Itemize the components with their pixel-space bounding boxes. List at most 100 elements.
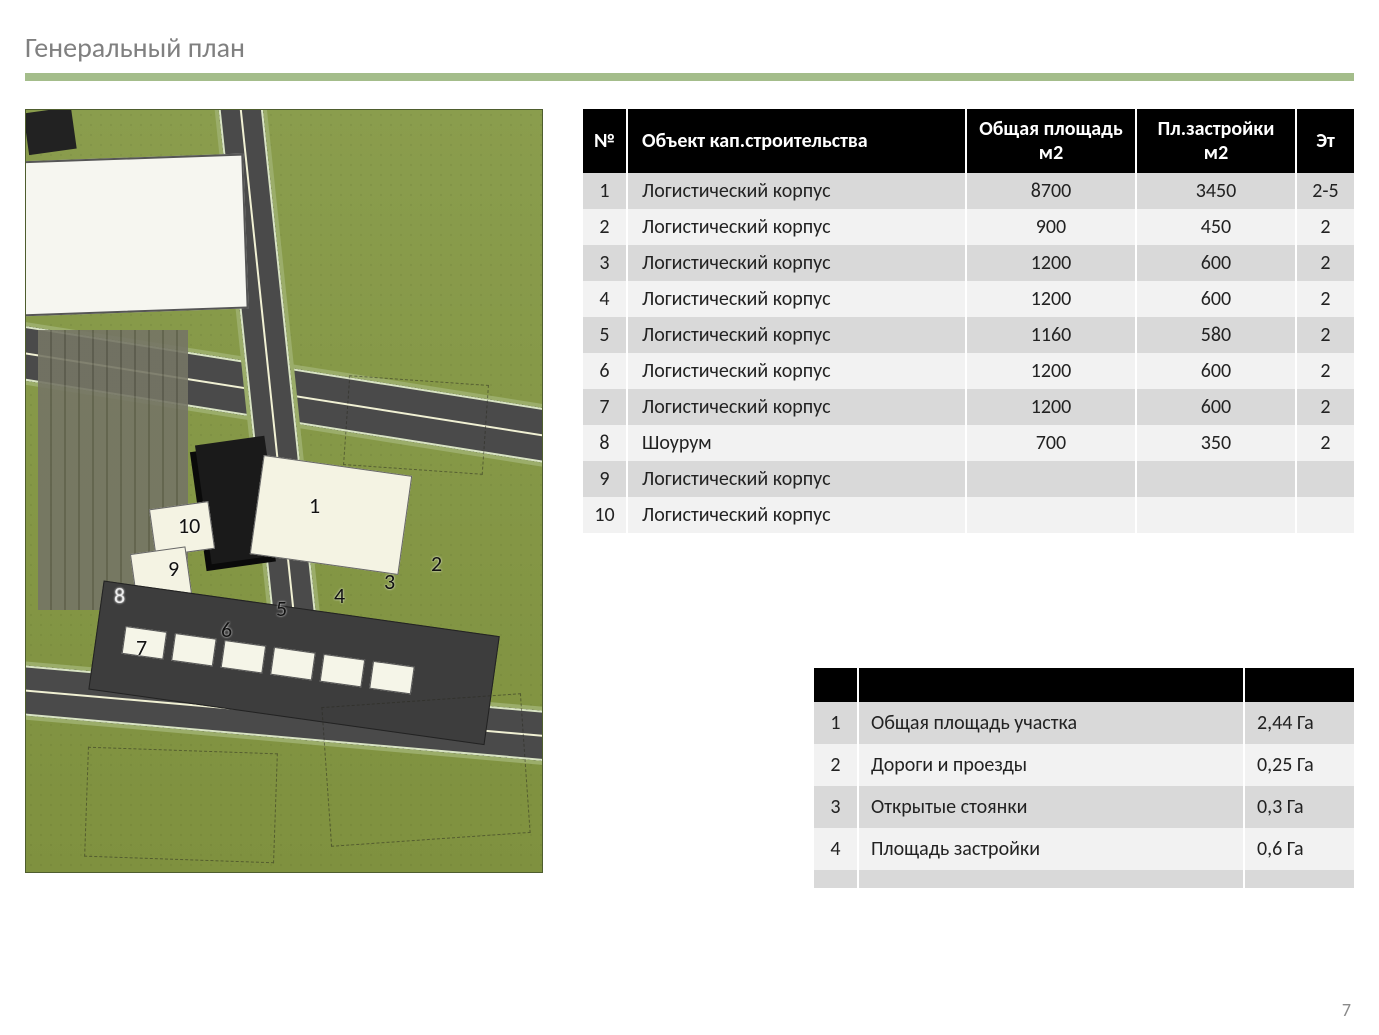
plan-label-8: 8 xyxy=(114,582,125,609)
unit-6 xyxy=(171,633,216,667)
col-name: Объект кап.строительства xyxy=(627,109,966,173)
cell-footprint: 600 xyxy=(1136,389,1296,425)
site-metrics-table: 1Общая площадь участка2,44 Га2Дороги и п… xyxy=(814,668,1354,888)
cell-floors xyxy=(1296,461,1354,497)
buildings-table-header: № Объект кап.строительства Общая площадь… xyxy=(583,109,1354,173)
cell-name xyxy=(858,870,1244,888)
plot-dashed-1 xyxy=(343,375,489,475)
cell-name: Дороги и проезды xyxy=(858,744,1244,786)
cell-floors: 2 xyxy=(1296,281,1354,317)
unit-2 xyxy=(369,661,414,695)
cell-area: 900 xyxy=(966,209,1136,245)
cell-footprint: 580 xyxy=(1136,317,1296,353)
cell-name: Открытые стоянки xyxy=(858,786,1244,828)
site-col-n xyxy=(814,668,858,702)
cell-area: 700 xyxy=(966,425,1136,461)
cell-n: 2 xyxy=(814,744,858,786)
plan-label-10: 10 xyxy=(178,512,200,539)
table-row: 6Логистический корпус12006002 xyxy=(583,353,1354,389)
cell-footprint: 600 xyxy=(1136,245,1296,281)
cell-name: Площадь застройки xyxy=(858,828,1244,870)
table-row: 10Логистический корпус xyxy=(583,497,1354,533)
cell-footprint xyxy=(1136,497,1296,533)
table-row: 2Логистический корпус9004502 xyxy=(583,209,1354,245)
cell-value: 0,25 Га xyxy=(1244,744,1354,786)
plan-label-4: 4 xyxy=(334,582,345,609)
cell-name: Логистический корпус xyxy=(627,281,966,317)
slide: Генеральный план xyxy=(0,0,1379,1035)
page-title: Генеральный план xyxy=(25,30,1354,65)
cell-area: 1200 xyxy=(966,389,1136,425)
site-col-name xyxy=(858,668,1244,702)
table-row: 1Логистический корпус870034502-5 xyxy=(583,173,1354,209)
cell-value: 2,44 Га xyxy=(1244,702,1354,744)
cell-floors: 2-5 xyxy=(1296,173,1354,209)
page-number: 7 xyxy=(1342,999,1351,1021)
cell-area xyxy=(966,461,1136,497)
lot-1 xyxy=(250,455,412,575)
col-footprint: Пл.застройки м2 xyxy=(1136,109,1296,173)
plan-label-1: 1 xyxy=(309,492,320,519)
cell-floors: 2 xyxy=(1296,353,1354,389)
cell-area: 1200 xyxy=(966,353,1136,389)
table-row: 4Логистический корпус12006002 xyxy=(583,281,1354,317)
content-row: 1 2 3 4 5 6 7 8 9 10 № Объект кап.строит… xyxy=(25,109,1354,888)
site-col-value xyxy=(1244,668,1354,702)
table-row: 4Площадь застройки0,6 Га xyxy=(814,828,1354,870)
table-row: 3Логистический корпус12006002 xyxy=(583,245,1354,281)
cell-name: Логистический корпус xyxy=(627,173,966,209)
plan-label-3: 3 xyxy=(384,568,395,595)
col-area: Общая площадь м2 xyxy=(966,109,1136,173)
plan-label-7: 7 xyxy=(136,634,147,661)
plan-label-6: 6 xyxy=(221,616,232,643)
cell-area: 8700 xyxy=(966,173,1136,209)
cell-name: Логистический корпус xyxy=(627,389,966,425)
table-row: 1Общая площадь участка2,44 Га xyxy=(814,702,1354,744)
cell-name: Логистический корпус xyxy=(627,461,966,497)
cell-name: Логистический корпус xyxy=(627,353,966,389)
cell-n: 1 xyxy=(583,173,627,209)
cell-floors: 2 xyxy=(1296,317,1354,353)
cell-area xyxy=(966,497,1136,533)
cell-n: 4 xyxy=(583,281,627,317)
unit-5 xyxy=(221,640,266,674)
table-row: 3Открытые стоянки0,3 Га xyxy=(814,786,1354,828)
plan-label-2: 2 xyxy=(431,550,442,577)
site-table-header xyxy=(814,668,1354,702)
cell-area: 1160 xyxy=(966,317,1136,353)
plan-label-9: 9 xyxy=(168,555,179,582)
cell-footprint: 600 xyxy=(1136,281,1296,317)
table-row: 9Логистический корпус xyxy=(583,461,1354,497)
cell-name: Логистический корпус xyxy=(627,497,966,533)
accent-bar xyxy=(25,73,1354,81)
cell-floors: 2 xyxy=(1296,209,1354,245)
cell-n xyxy=(814,870,858,888)
cell-floors: 2 xyxy=(1296,245,1354,281)
unit-3 xyxy=(320,654,365,688)
col-floors: Эт xyxy=(1296,109,1354,173)
cell-footprint: 3450 xyxy=(1136,173,1296,209)
cell-n: 3 xyxy=(814,786,858,828)
cell-area: 1200 xyxy=(966,281,1136,317)
unit-4 xyxy=(270,647,315,681)
buildings-table: № Объект кап.строительства Общая площадь… xyxy=(583,109,1354,533)
cell-value xyxy=(1244,870,1354,888)
cell-n: 4 xyxy=(814,828,858,870)
cell-n: 7 xyxy=(583,389,627,425)
cell-value: 0,6 Га xyxy=(1244,828,1354,870)
cell-floors: 2 xyxy=(1296,389,1354,425)
cell-area: 1200 xyxy=(966,245,1136,281)
cell-footprint: 450 xyxy=(1136,209,1296,245)
lot-8 xyxy=(25,109,77,155)
table-row xyxy=(814,870,1354,888)
right-pane: № Объект кап.строительства Общая площадь… xyxy=(583,109,1354,888)
cell-floors xyxy=(1296,497,1354,533)
col-number: № xyxy=(583,109,627,173)
cell-name: Шоурум xyxy=(627,425,966,461)
table-row: 2Дороги и проезды0,25 Га xyxy=(814,744,1354,786)
site-plan-map: 1 2 3 4 5 6 7 8 9 10 xyxy=(25,109,543,873)
cell-name: Общая площадь участка xyxy=(858,702,1244,744)
cell-n: 6 xyxy=(583,353,627,389)
cell-n: 2 xyxy=(583,209,627,245)
cell-name: Логистический корпус xyxy=(627,317,966,353)
